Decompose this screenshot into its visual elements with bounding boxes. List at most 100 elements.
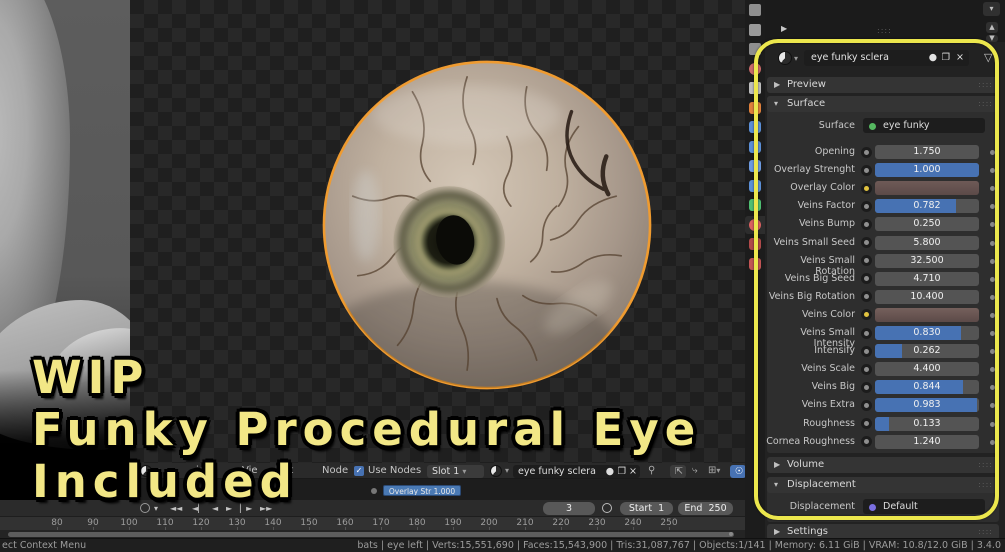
- property-number-field[interactable]: 32.500: [875, 253, 979, 268]
- keyframe-dot[interactable]: [990, 312, 995, 318]
- panel-grip-icon[interactable]: ::::: [978, 457, 993, 473]
- tab-render-icon[interactable]: [749, 23, 761, 36]
- keyframe-dot[interactable]: [990, 385, 995, 391]
- tab-tool-icon[interactable]: [749, 4, 761, 16]
- panel-grip-icon[interactable]: ::::: [877, 26, 892, 35]
- tab-output-icon[interactable]: [749, 43, 761, 55]
- property-slider[interactable]: 0.830: [875, 326, 979, 340]
- decorator-toggle[interactable]: [861, 418, 872, 429]
- timeline-scrollbar[interactable]: [0, 530, 745, 538]
- decorator-toggle[interactable]: [861, 237, 872, 248]
- keyframe-dot[interactable]: [990, 222, 995, 228]
- keyframe-dot[interactable]: [990, 258, 995, 264]
- keyframe-dot[interactable]: [990, 168, 995, 174]
- decorator-toggle[interactable]: [861, 345, 872, 357]
- tab-object-data-icon[interactable]: [749, 199, 761, 211]
- close-icon[interactable]: ×: [956, 50, 964, 66]
- panel-grip-icon[interactable]: ::::: [978, 96, 993, 112]
- keyframe-dot[interactable]: [990, 294, 995, 300]
- overlay-toggle-active-icon[interactable]: ☉: [730, 464, 746, 478]
- filter-funnel-icon[interactable]: ▽: [984, 51, 992, 64]
- keyframe-dot[interactable]: [990, 403, 995, 409]
- surface-shader-field[interactable]: eye funky: [863, 118, 985, 133]
- tab-texture-icon[interactable]: [749, 238, 761, 250]
- panel-preview[interactable]: ▶ Preview ::::: [767, 77, 999, 93]
- keyframe-dot[interactable]: [990, 439, 995, 445]
- overlay-line-1: WIP: [32, 351, 150, 404]
- decorator-toggle[interactable]: [861, 309, 872, 321]
- property-slider[interactable]: 0.782: [875, 199, 979, 214]
- keyframe-dot[interactable]: [990, 331, 995, 336]
- property-number-field[interactable]: 4.710: [875, 271, 979, 286]
- tab-physics-icon[interactable]: [749, 160, 761, 172]
- keyframe-dot[interactable]: [990, 367, 995, 373]
- scroll-down-button[interactable]: ▼: [986, 35, 998, 42]
- tab-view-layer-icon[interactable]: [749, 62, 761, 75]
- property-value: 4.710: [913, 272, 941, 284]
- keyframe-dot[interactable]: [990, 349, 995, 355]
- decorator-toggle[interactable]: [861, 399, 872, 411]
- keyframe-dot[interactable]: [990, 421, 995, 427]
- tab-material-icon[interactable]: [749, 218, 761, 231]
- panel-displacement[interactable]: ▾ Displacement ::::: [767, 477, 999, 493]
- keyframe-dot[interactable]: [990, 150, 995, 155]
- property-slider[interactable]: 0.262: [875, 344, 979, 359]
- shield-icon[interactable]: ●: [929, 50, 937, 66]
- property-label: Veins Bump: [798, 218, 855, 230]
- scroll-chevron-button[interactable]: ▾: [983, 2, 1000, 16]
- property-slider[interactable]: 1.000: [875, 163, 979, 178]
- property-number-field[interactable]: 0.250: [875, 217, 979, 232]
- decorator-toggle[interactable]: [861, 255, 872, 267]
- property-value: 10.400: [910, 290, 944, 302]
- decorator-toggle[interactable]: [861, 273, 872, 285]
- panel-grip-icon[interactable]: ::::: [978, 477, 993, 493]
- color-swatch[interactable]: [875, 181, 979, 196]
- collapsed-panel-arrow-icon[interactable]: ▶: [781, 24, 787, 33]
- panel-surface[interactable]: ▾ Surface ::::: [767, 96, 999, 112]
- decorator-toggle[interactable]: [861, 146, 872, 158]
- decorator-toggle[interactable]: [861, 327, 872, 339]
- tab-particles-icon[interactable]: [749, 140, 761, 153]
- tab-scene-icon[interactable]: [749, 82, 761, 94]
- panel-volume[interactable]: ▶ Volume ::::: [767, 457, 999, 473]
- copy-icon[interactable]: ❐: [941, 50, 950, 66]
- decorator-toggle[interactable]: [861, 291, 872, 303]
- scrollbar-zoom-handle[interactable]: [729, 532, 733, 536]
- decorator-toggle[interactable]: [861, 200, 872, 212]
- property-slider[interactable]: 0.133: [875, 416, 979, 431]
- property-slider[interactable]: 0.983: [875, 398, 979, 413]
- keyframe-dot[interactable]: [990, 240, 995, 246]
- property-value: 0.250: [913, 218, 941, 230]
- timeline-ruler[interactable]: 80 90 100 110 120 130 140 150 160 170 180 190 200 210…: [0, 517, 745, 530]
- property-number-field[interactable]: 4.400: [875, 362, 979, 377]
- property-slider[interactable]: 0.844: [875, 380, 979, 395]
- material-browse-chevron-icon[interactable]: ▾: [794, 54, 798, 63]
- keyframe-dot[interactable]: [990, 276, 995, 282]
- decorator-toggle[interactable]: [861, 182, 872, 194]
- color-swatch[interactable]: [875, 307, 979, 322]
- timeline-scrollbar-thumb[interactable]: [8, 531, 734, 537]
- material-name-field[interactable]: eye funky sclera ● ❐ ×: [804, 50, 969, 66]
- decorator-toggle[interactable]: [861, 436, 872, 448]
- tab-texture2-icon[interactable]: [749, 257, 761, 270]
- decorator-toggle[interactable]: [861, 218, 872, 230]
- tab-constraints-icon[interactable]: [749, 179, 761, 192]
- keyframe-dot[interactable]: [990, 186, 995, 192]
- snap-grid-icon[interactable]: ⊞▾: [708, 465, 720, 477]
- material-sphere-icon[interactable]: [778, 51, 792, 65]
- decorator-toggle[interactable]: [861, 381, 872, 393]
- property-number-field[interactable]: 10.400: [875, 289, 979, 304]
- property-number-field[interactable]: 1.240: [875, 434, 979, 449]
- decorator-toggle[interactable]: [861, 363, 872, 375]
- keyframe-dot[interactable]: [990, 204, 995, 210]
- property-value: 5.800: [913, 236, 941, 248]
- scroll-up-button[interactable]: ▲: [986, 22, 998, 33]
- decorator-toggle[interactable]: [861, 164, 872, 176]
- tab-modifiers-icon[interactable]: [749, 121, 761, 133]
- displacement-field[interactable]: Default: [863, 499, 985, 514]
- panel-grip-icon[interactable]: ::::: [978, 77, 993, 93]
- eyeball-render[interactable]: [318, 57, 656, 395]
- property-number-field[interactable]: 5.800: [875, 235, 979, 250]
- property-number-field[interactable]: 1.750: [875, 145, 979, 159]
- tab-object-icon[interactable]: [749, 101, 761, 114]
